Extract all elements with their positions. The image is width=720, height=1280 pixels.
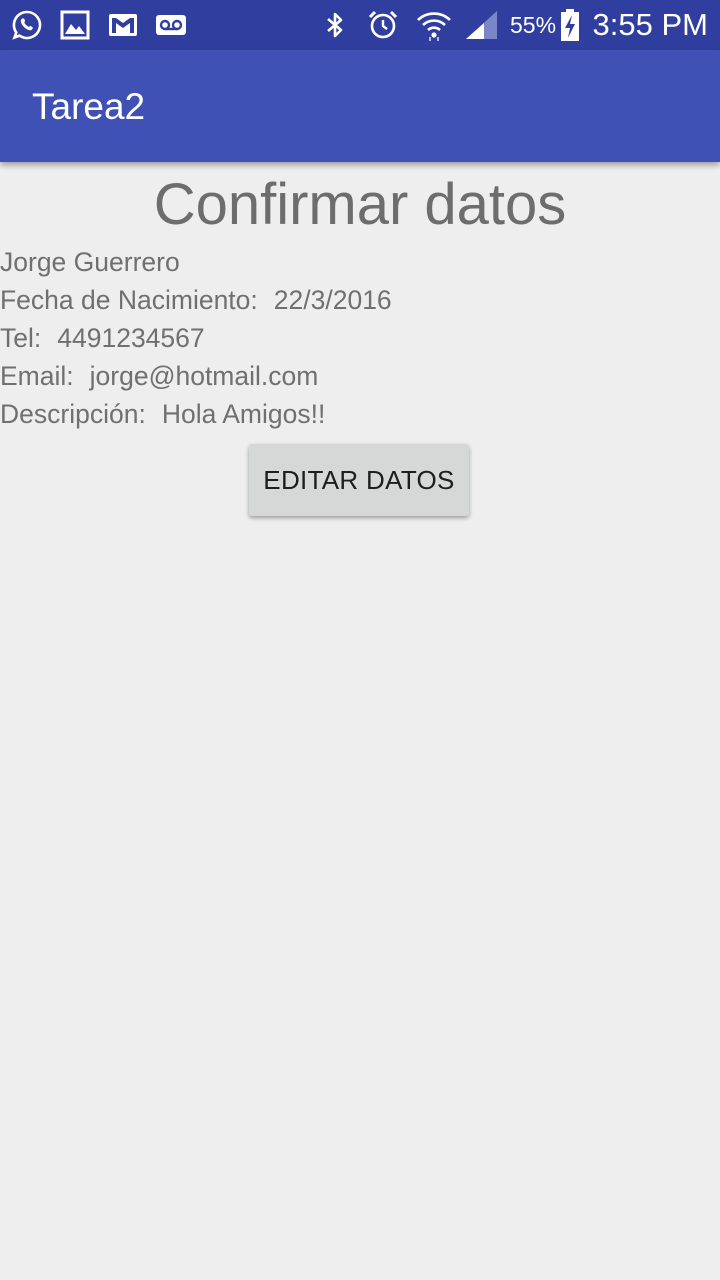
birth-date-row: Fecha de Nacimiento: 22/3/2016	[0, 284, 392, 316]
phone-row: Tel: 4491234567	[0, 322, 205, 354]
description-label: Descripción:	[0, 399, 146, 429]
description-value: Hola Amigos!!	[161, 399, 326, 429]
gallery-icon	[60, 10, 90, 40]
wifi-icon	[417, 12, 451, 41]
signal-icon	[466, 11, 497, 39]
main-content: Confirmar datos Jorge Guerrero Fecha de …	[0, 162, 720, 1280]
name-value: Jorge Guerrero	[0, 247, 180, 277]
phone-value: 4491234567	[57, 323, 205, 353]
email-value: jorge@hotmail.com	[89, 361, 319, 391]
whatsapp-icon	[12, 10, 42, 40]
edit-data-button[interactable]: EDITAR DATOS	[249, 444, 469, 516]
voicemail-icon	[156, 15, 186, 35]
birth-date-label: Fecha de Nacimiento:	[0, 285, 258, 315]
battery-percent: 55%	[510, 12, 557, 38]
birth-date-value: 22/3/2016	[273, 285, 392, 315]
page-title: Confirmar datos	[153, 172, 567, 237]
email-label: Email:	[0, 361, 74, 391]
description-row: Descripción: Hola Amigos!!	[0, 398, 325, 430]
name-row: Jorge Guerrero	[0, 246, 180, 278]
gmail-icon	[109, 14, 137, 36]
bluetooth-icon	[327, 12, 343, 38]
clock-time: 3:55 PM	[592, 7, 708, 42]
phone-label: Tel:	[0, 323, 42, 353]
email-row: Email: jorge@hotmail.com	[0, 360, 318, 392]
status-bar: 55% 3:55 PM	[0, 0, 720, 50]
app-title: Tarea2	[32, 86, 146, 127]
alarm-icon	[368, 10, 398, 39]
battery-icon	[561, 9, 579, 41]
app-bar: Tarea2	[0, 50, 720, 162]
